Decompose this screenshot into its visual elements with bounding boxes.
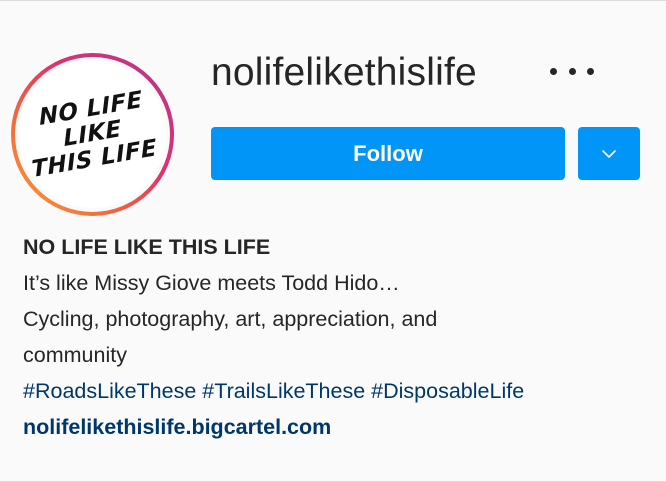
avatar[interactable]: NO LIFE LIKE THIS LIFE (19, 61, 166, 208)
avatar-gap: NO LIFE LIKE THIS LIFE (15, 57, 170, 212)
avatar-logo: NO LIFE LIKE THIS LIFE (27, 86, 158, 183)
dot (587, 67, 594, 75)
story-ring[interactable]: NO LIFE LIKE THIS LIFE (11, 53, 174, 216)
profile-header: NO LIFE LIKE THIS LIFE nolifelikethislif… (0, 0, 666, 482)
bio-hashtags[interactable]: #RoadsLikeThese #TrailsLikeThese #Dispos… (23, 373, 643, 409)
bio-line-2: Cycling, photography, art, appreciation,… (23, 307, 438, 331)
bio-line-1: It’s like Missy Giove meets Todd Hido… (23, 271, 400, 295)
bio-line-3: community (23, 343, 127, 367)
follow-button[interactable]: Follow (211, 127, 565, 180)
bio: NO LIFE LIKE THIS LIFE It’s like Missy G… (23, 229, 643, 445)
dot (550, 67, 557, 75)
dot (568, 67, 576, 75)
website-link[interactable]: nolifelikethislife.bigcartel.com (23, 409, 643, 445)
more-options-icon[interactable] (550, 59, 594, 83)
chevron-down-icon (602, 149, 616, 158)
full-name: NO LIFE LIKE THIS LIFE (23, 235, 271, 259)
suggested-accounts-button[interactable] (578, 127, 640, 180)
username: nolifelikethislife (211, 51, 477, 94)
